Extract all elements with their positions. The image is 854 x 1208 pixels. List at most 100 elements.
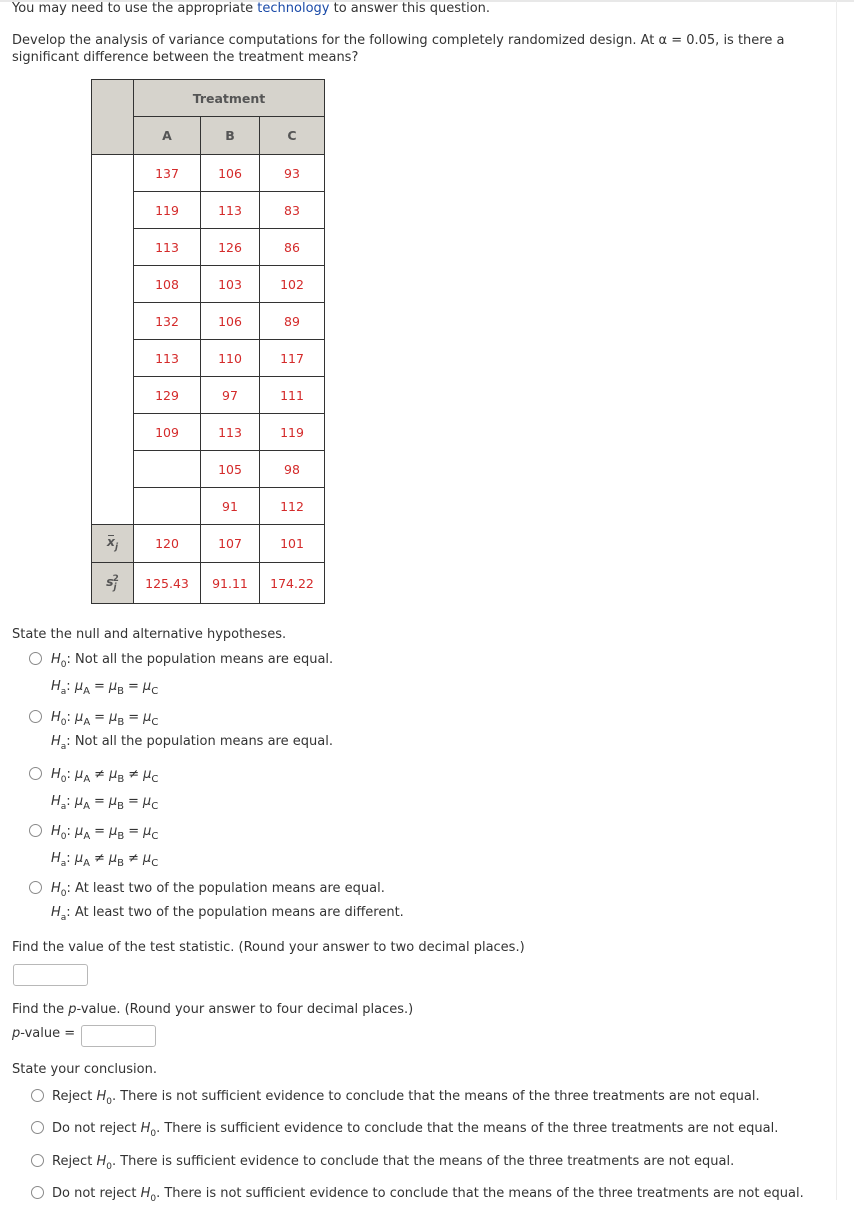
conclusion-text: Reject H0. There is not sufficient evide… [52,1089,760,1107]
mu-symbol: μC [142,851,159,869]
h0-symbol: H0 [96,1154,112,1172]
cell-c: 86 [259,228,325,266]
h0-symbol: H0 [140,1121,157,1139]
mu-symbol: μC [143,824,159,842]
null-hypothesis: H0: At least two of the population means… [51,881,385,899]
cell-c: 89 [259,302,325,340]
null-hypothesis: H0: μA = μB = μC [51,710,159,728]
conclusion-text: Do not reject H0. There is sufficient ev… [52,1121,779,1139]
p-prompt-p: p [68,1002,77,1017]
cell-b: 126 [200,228,260,266]
null-hypothesis: H0: μA = μB = μC [51,824,159,842]
mu-symbol: μC [143,767,159,785]
cell-b: 97 [200,376,260,414]
operator: ≠ [93,851,105,866]
variance-label: sj2 [91,562,134,604]
radio-button[interactable] [31,1154,44,1167]
row-label-blank [91,154,134,525]
h-symbol: H0 [51,824,67,842]
h-symbol: Ha [51,679,67,697]
radio-button[interactable] [31,1186,44,1199]
p-value-input[interactable] [81,1025,156,1047]
radio-button[interactable] [29,767,42,780]
variances-row: sj2 125.43 91.11 174.22 [91,562,325,604]
conclusion-title: State your conclusion. [12,1062,157,1077]
operator: ≠ [94,767,106,782]
radio-button[interactable] [29,710,42,723]
mu-symbol: μA [75,824,91,842]
cell-a [133,487,201,525]
column-header-a: A [133,116,201,155]
alternative-hypothesis: Ha: At least two of the population means… [51,905,404,923]
variance-b: 91.11 [200,562,260,604]
h-symbol: H0 [51,710,67,728]
h-symbol: Ha [51,851,67,869]
question-text: Develop the analysis of variance computa… [12,33,785,65]
mu-symbol: μC [142,679,159,697]
cell-a: 109 [133,413,201,451]
radio-button[interactable] [29,824,42,837]
radio-button[interactable] [31,1089,44,1102]
alternative-hypothesis: Ha: Not all the population means are equ… [51,734,333,752]
radio-button[interactable] [31,1121,44,1134]
mean-a: 120 [133,524,201,563]
right-border [836,0,837,1200]
null-hypothesis: H0: Not all the population means are equ… [51,652,334,670]
radio-button[interactable] [29,652,42,665]
cell-a: 137 [133,154,201,192]
p-prompt-after: -value. (Round your answer to four decim… [76,1002,414,1017]
operator: = [93,679,105,694]
mu-symbol: μB [108,679,124,697]
null-hypothesis: H0: μA ≠ μB ≠ μC [51,767,159,785]
treatment-header: Treatment [133,79,325,117]
alternative-hypothesis: Ha: μA = μB = μC [51,679,159,697]
radio-button[interactable] [29,881,42,894]
mu-symbol: μB [108,851,124,869]
conclusion-text: Reject H0. There is sufficient evidence … [52,1154,735,1172]
table-corner [91,79,134,155]
cell-b: 113 [200,413,260,451]
column-header-c: C [259,116,325,155]
operator: = [93,794,105,809]
operator: = [128,794,139,809]
mean-c: 101 [259,524,325,563]
hypotheses-title: State the null and alternative hypothese… [12,627,287,642]
operator: = [94,710,106,725]
h-symbol: H0 [51,652,67,670]
mu-symbol: μA [74,794,90,812]
conclusion-text: Do not reject H0. There is not sufficien… [52,1186,804,1204]
mu-symbol: μB [109,824,125,842]
cell-b: 113 [200,191,260,229]
h-symbol: H0 [51,767,67,785]
variance-c: 174.22 [259,562,325,604]
alternative-hypothesis: Ha: μA = μB = μC [51,794,159,812]
h0-symbol: H0 [96,1089,112,1107]
h-symbol: H0 [51,881,67,899]
cell-c: 117 [259,339,325,377]
operator: = [128,824,140,839]
cell-b: 103 [200,265,260,303]
intro-after: to answer this question. [329,1,491,16]
cell-c: 119 [259,413,325,451]
mu-symbol: μC [143,710,159,728]
cell-a: 108 [133,265,201,303]
mu-symbol: μC [142,794,159,812]
cell-c: 111 [259,376,325,414]
p-prompt-before: Find the [12,1002,69,1017]
variance-superscript: 2 [112,573,119,584]
intro-before: You may need to use the appropriate [12,1,258,16]
mu-symbol: μB [108,794,124,812]
test-statistic-input[interactable] [13,964,88,986]
data-row: 137 106 93 [91,154,325,525]
alternative-hypothesis: Ha: μA ≠ μB ≠ μC [51,851,159,869]
operator: = [128,679,139,694]
cell-b: 106 [200,302,260,340]
operator: ≠ [128,767,140,782]
operator: = [94,824,106,839]
technology-link[interactable]: technology [257,1,329,16]
mu-symbol: μA [75,710,91,728]
h-symbol: Ha [51,794,67,812]
intro-text: You may need to use the appropriate tech… [12,0,490,17]
cell-c: 102 [259,265,325,303]
treatment-data-table: Treatment A B C 137 106 93 119 113 83 113 126 86… [91,79,325,604]
